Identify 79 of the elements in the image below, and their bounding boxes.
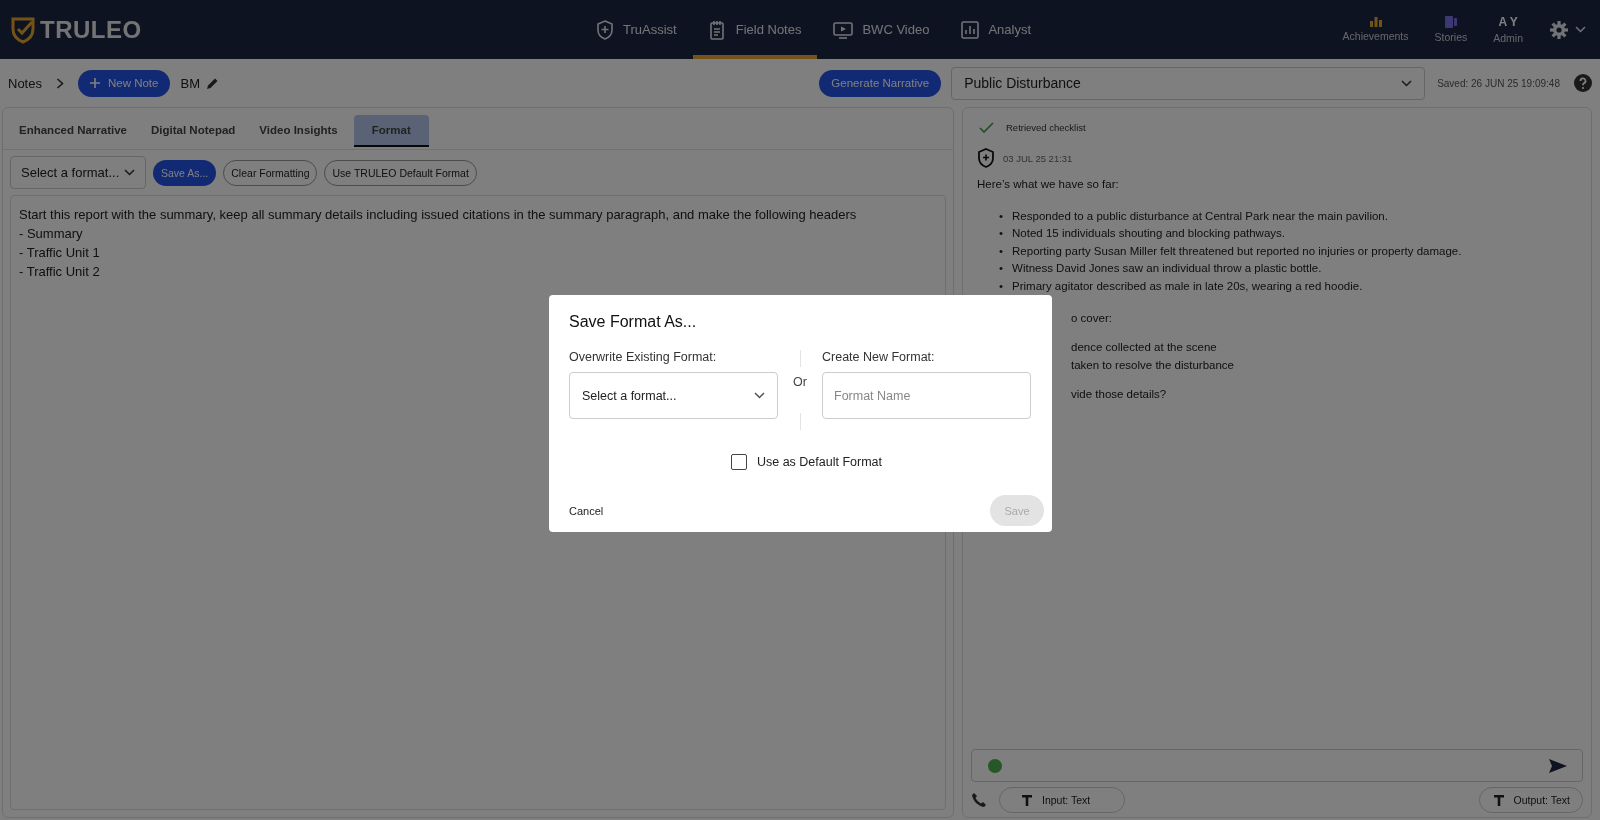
phone-icon[interactable] [971, 792, 987, 808]
message-time: 03 JUL 25 21:31 [1003, 152, 1073, 164]
message-text: Here’s what we have so far: [977, 177, 1120, 192]
nav-tab[interactable]: TruAssist [580, 0, 693, 59]
pencil-icon[interactable] [205, 76, 219, 90]
logo-text: TRULEO [40, 15, 142, 44]
achievements-button[interactable]: Achievements [1342, 17, 1409, 42]
tab[interactable]: Video Insights [251, 115, 346, 145]
bullet-marker: • [999, 261, 1004, 277]
chevron-right-icon [55, 77, 64, 89]
chevron-down-icon [1575, 26, 1586, 33]
chevron-down-icon [1401, 79, 1413, 87]
message-input[interactable] [971, 749, 1583, 782]
message-text: taken to resolve the disturbance [1071, 357, 1236, 373]
input-mode-button[interactable]: Input: Text [999, 787, 1125, 813]
user-menu[interactable]: A Y Admin [1493, 15, 1523, 44]
shield-check-icon [10, 15, 36, 44]
nav-tab[interactable]: Analyst [945, 0, 1048, 59]
bullet-item: Responded to a public disturbance at Central Park near the main pavilion. [1012, 208, 1388, 224]
message-text: o cover: [1071, 310, 1113, 326]
bullet-item: Witness David Jones saw an individual throw a plastic bottle. [1012, 261, 1322, 277]
chevron-down-icon [124, 169, 135, 176]
cancel-button[interactable]: Cancel [563, 503, 610, 518]
shield-icon [596, 19, 614, 40]
plus-icon [89, 78, 100, 88]
nav-tab[interactable]: Field Notes [692, 0, 818, 59]
editor-line: - Traffic Unit 2 [19, 263, 101, 281]
status-text: Retrieved checklist [1006, 122, 1086, 133]
new-note-button[interactable]: New Note [77, 69, 171, 97]
message-text: vide those details? [1071, 387, 1168, 403]
message-text: dence collected at the scene [1071, 340, 1218, 356]
bullet-item: Primary agitator described as male in late 20s, wearing a red hoodie. [1012, 278, 1363, 294]
tab[interactable]: Format [353, 115, 429, 145]
note-title: BM [180, 75, 200, 91]
send-icon[interactable] [1548, 757, 1568, 774]
bullet-marker: • [999, 226, 1004, 242]
editor-line: - Traffic Unit 1 [19, 244, 101, 262]
default-format-option[interactable]: Use as Default Format [730, 454, 882, 470]
help-icon[interactable] [1574, 74, 1592, 92]
bullet-marker: • [999, 278, 1004, 294]
tab[interactable]: Digital Notepad [143, 115, 244, 145]
clear-formatting-button[interactable]: Clear Formatting [223, 159, 318, 186]
or-text: Or [793, 375, 807, 389]
checkbox-label: Use as Default Format [756, 455, 882, 469]
saved-timestamp: Saved: 26 JUN 25 19:09:48 [1437, 77, 1560, 89]
settings-icon[interactable] [1549, 19, 1569, 40]
check-icon [979, 122, 994, 133]
badge-icon [977, 148, 995, 168]
checkbox[interactable] [730, 454, 747, 470]
bullet-item: Noted 15 individuals shouting and blocking pathways. [1012, 226, 1286, 242]
text-icon [1022, 794, 1032, 806]
output-mode-button[interactable]: Output: Text [1478, 787, 1583, 813]
field-label: Overwrite Existing Format: [569, 350, 718, 364]
stories-icon [1444, 16, 1457, 28]
default-format-button[interactable]: Use TRULEO Default Format [324, 159, 477, 186]
stories-button[interactable]: Stories [1434, 16, 1468, 43]
chevron-down-icon [754, 392, 765, 399]
bar-chart-icon [1369, 17, 1382, 27]
bar-chart-icon [961, 20, 980, 39]
tab[interactable]: Enhanced Narrative [11, 115, 135, 145]
bullet-item: Reporting party Susan Miller felt threatened but reported no injuries or property damage. [1012, 243, 1462, 259]
text-icon [1493, 794, 1504, 806]
nav-tab[interactable]: BWC Video [817, 0, 946, 59]
field-label: Create New Format: [822, 350, 936, 364]
bullet-marker: • [999, 208, 1004, 224]
format-name-field[interactable]: Format Name [822, 372, 1031, 419]
notepad-icon [708, 19, 727, 40]
incident-type-dropdown[interactable]: Public Disturbance [951, 66, 1426, 100]
breadcrumb-link[interactable]: Notes [8, 75, 42, 91]
generate-narrative-button[interactable]: Generate Narrative [819, 69, 942, 97]
video-screen-icon [833, 20, 854, 39]
dialog-title: Save Format As... [569, 313, 698, 331]
format-select[interactable]: Select a format... [569, 372, 778, 419]
editor-line: Start this report with the summary, keep all summary details including issued citations in the summary paragraph, and make the following headers [19, 206, 858, 224]
status-dot-icon [988, 758, 1002, 773]
format-dropdown[interactable]: Select a format... [10, 156, 146, 189]
editor-line: - Summary [19, 225, 84, 243]
save-as-button[interactable]: Save As... [153, 159, 217, 186]
bullet-marker: • [999, 243, 1004, 259]
